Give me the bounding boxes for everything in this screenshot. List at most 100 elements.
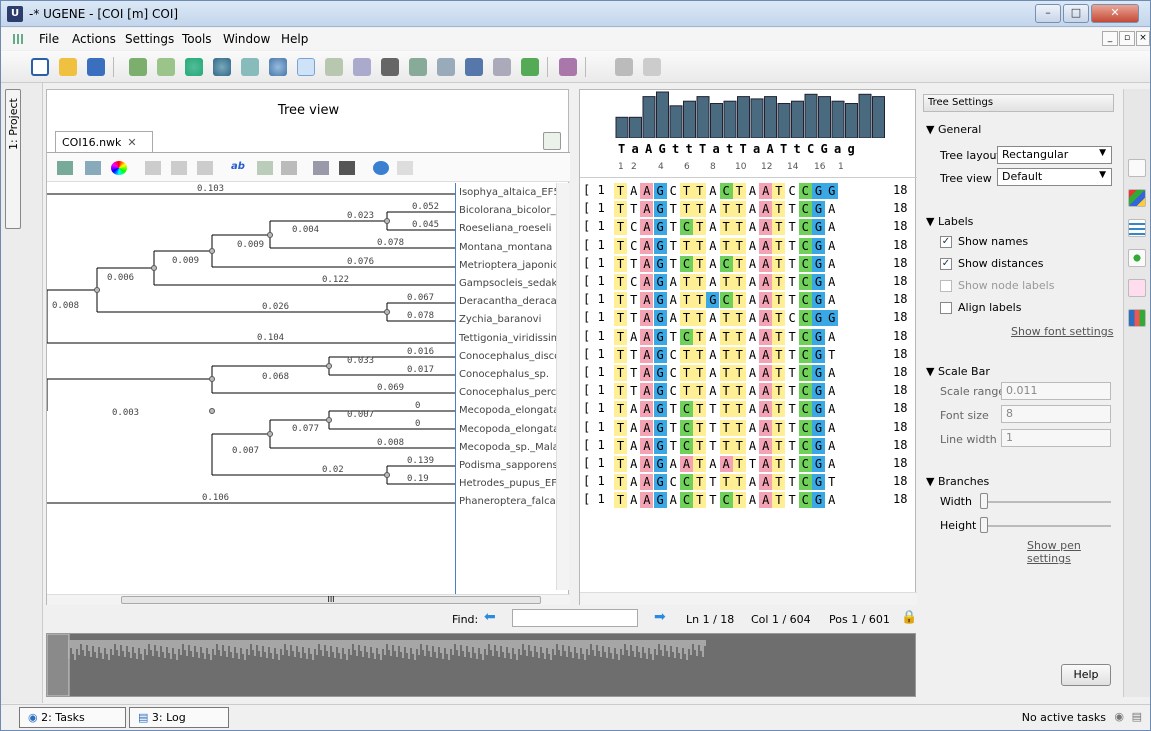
build-tree-icon[interactable] xyxy=(325,58,343,76)
zoom-in-icon[interactable] xyxy=(185,58,203,76)
tree-node[interactable] xyxy=(384,472,390,478)
tree-node[interactable] xyxy=(384,309,390,315)
tree-leaf-label[interactable]: Conocephalus_percau xyxy=(459,387,557,398)
print-icon[interactable] xyxy=(313,161,329,175)
minimize-button[interactable]: – xyxy=(1035,4,1061,23)
tree-leaf-label[interactable]: Deracantha_deracant xyxy=(459,296,557,307)
show-names-checkbox[interactable]: ✓ xyxy=(940,236,952,248)
zoom-fit-icon[interactable] xyxy=(241,58,259,76)
statistics-icon[interactable] xyxy=(409,58,427,76)
mdi-minimize-icon[interactable]: _ xyxy=(1102,31,1118,46)
tree-leaf-label[interactable]: Isophya_altaica_EF54 xyxy=(459,187,557,198)
labels-section[interactable]: ▼ Labels xyxy=(926,215,973,228)
tree-leaf-label[interactable]: Conocephalus_discolo xyxy=(459,351,557,362)
tree-node[interactable] xyxy=(94,287,100,293)
next-icon[interactable] xyxy=(521,58,539,76)
reroot-icon[interactable] xyxy=(197,161,213,175)
swap-siblings-icon[interactable] xyxy=(171,161,187,175)
lock-icon[interactable]: 🔒 xyxy=(901,610,917,625)
trim-icon[interactable] xyxy=(643,58,661,76)
branch-icon[interactable] xyxy=(257,161,273,175)
distance-matrix-icon[interactable] xyxy=(1128,309,1146,327)
branch-width-handle[interactable] xyxy=(980,493,988,509)
tree-leaf-label[interactable]: Zychia_baranovi xyxy=(459,314,541,325)
tree-node[interactable] xyxy=(267,232,273,238)
show-font-settings-link[interactable]: Show font settings xyxy=(1011,325,1113,338)
tasks-tab[interactable]: ◉ 2: Tasks xyxy=(19,707,126,728)
align-labels-icon[interactable] xyxy=(281,161,297,175)
mdi-restore-icon[interactable]: ▫ xyxy=(1119,31,1135,46)
tree-node[interactable] xyxy=(384,218,390,224)
menu-tools[interactable]: Tools xyxy=(182,32,212,46)
branch-height-slider[interactable] xyxy=(980,525,1111,527)
alignment-horizontal-scrollbar[interactable] xyxy=(580,592,917,605)
open-folder-icon[interactable] xyxy=(59,58,77,76)
export-consensus-icon[interactable] xyxy=(1128,279,1146,297)
zoom-reset-icon[interactable] xyxy=(269,58,287,76)
font-size-input[interactable]: 8 xyxy=(1001,405,1111,423)
close-button[interactable]: ✕ xyxy=(1091,4,1139,23)
tree-leaf-label[interactable]: Tettigonia_viridissima xyxy=(459,333,557,344)
color-wheel-icon[interactable] xyxy=(111,161,127,175)
tree-leaf-label[interactable]: Mecopoda_elongata_ xyxy=(459,424,557,435)
mdi-close-icon[interactable]: × xyxy=(1136,31,1150,46)
branch-height-handle[interactable] xyxy=(980,517,988,533)
statistics-icon[interactable] xyxy=(1128,219,1146,237)
tree-layout-select[interactable]: Rectangular ▼ xyxy=(997,146,1112,164)
tree-node[interactable] xyxy=(326,363,332,369)
tree-leaf-label[interactable]: Phaneroptera_falcata xyxy=(459,496,557,507)
tree-node[interactable] xyxy=(267,431,273,437)
collapse-node-icon[interactable] xyxy=(145,161,161,175)
tree-node[interactable] xyxy=(209,376,215,382)
maximize-button[interactable]: □ xyxy=(1063,4,1089,23)
show-node-labels-checkbox[interactable] xyxy=(940,280,952,292)
align-icon[interactable] xyxy=(129,58,147,76)
menu-help[interactable]: Help xyxy=(281,32,308,46)
export-image-icon[interactable] xyxy=(381,58,399,76)
find-next-icon[interactable]: ➡ xyxy=(654,609,666,625)
refresh-icon[interactable] xyxy=(373,161,389,175)
sequence-grid[interactable]: [ 1 T A A G C T T A C T A A T C C G G 18[ 1TTAGTTTATTAATTC… xyxy=(580,181,917,531)
tree-file-tab[interactable]: COI16.nwk ✕ xyxy=(55,131,153,152)
save-icon[interactable] xyxy=(87,58,105,76)
report-icon[interactable]: ▤ xyxy=(1132,710,1142,723)
align-labels-checkbox[interactable] xyxy=(940,302,952,314)
find-input[interactable] xyxy=(512,609,638,627)
show-pen-settings-link[interactable]: Show pen settings xyxy=(1027,539,1122,565)
new-project-icon[interactable] xyxy=(31,58,49,76)
menu-window[interactable]: Window xyxy=(223,32,270,46)
tree-node[interactable] xyxy=(209,248,215,254)
menu-actions[interactable]: Actions xyxy=(72,32,116,46)
general-section[interactable]: ▼ General xyxy=(926,123,981,136)
tree-leaf-label[interactable]: Metrioptera_japonica xyxy=(459,260,557,271)
tree-node[interactable] xyxy=(326,417,332,423)
tree-horizontal-scrollbar[interactable]: III xyxy=(47,594,570,605)
notification-icon[interactable]: ◉ xyxy=(1114,710,1124,723)
cut-icon[interactable] xyxy=(615,58,633,76)
tree-node[interactable] xyxy=(209,408,215,414)
general-settings-icon[interactable] xyxy=(1128,159,1146,177)
screenshot-icon[interactable] xyxy=(339,161,355,175)
help-button[interactable]: Help xyxy=(1061,664,1111,686)
wrap-icon[interactable] xyxy=(465,58,483,76)
project-side-tab[interactable]: 1: Project xyxy=(5,89,21,229)
collapse-icon[interactable] xyxy=(493,58,511,76)
scale-range-input[interactable]: 0.011 xyxy=(1001,382,1111,400)
shift-icon[interactable] xyxy=(559,58,577,76)
show-distances-checkbox[interactable]: ✓ xyxy=(940,258,952,270)
highlighting-icon[interactable] xyxy=(1128,189,1146,207)
tree-settings-icon[interactable] xyxy=(1128,249,1146,267)
tree-node[interactable] xyxy=(151,265,157,271)
tree-vertical-scrollbar[interactable] xyxy=(556,183,569,590)
overview-toggle-icon[interactable] xyxy=(297,58,315,76)
tree-leaf-label[interactable]: Podisma_sapporensis xyxy=(459,460,557,471)
tree-leaf-label[interactable]: Conocephalus_sp. xyxy=(459,369,549,380)
tree-leaf-label[interactable]: Mecopoda_sp._Mala xyxy=(459,442,557,453)
branches-section[interactable]: ▼ Branches xyxy=(926,475,989,488)
tree-view-select[interactable]: Default ▼ xyxy=(997,168,1112,186)
tree-layout-icon[interactable] xyxy=(57,161,73,175)
menu-file[interactable]: File xyxy=(39,32,59,46)
tree-leaf-label[interactable]: Mecopoda_elongata_ xyxy=(459,405,557,416)
sync-tree-icon[interactable] xyxy=(543,132,561,150)
labels-icon[interactable]: ab xyxy=(231,161,247,175)
